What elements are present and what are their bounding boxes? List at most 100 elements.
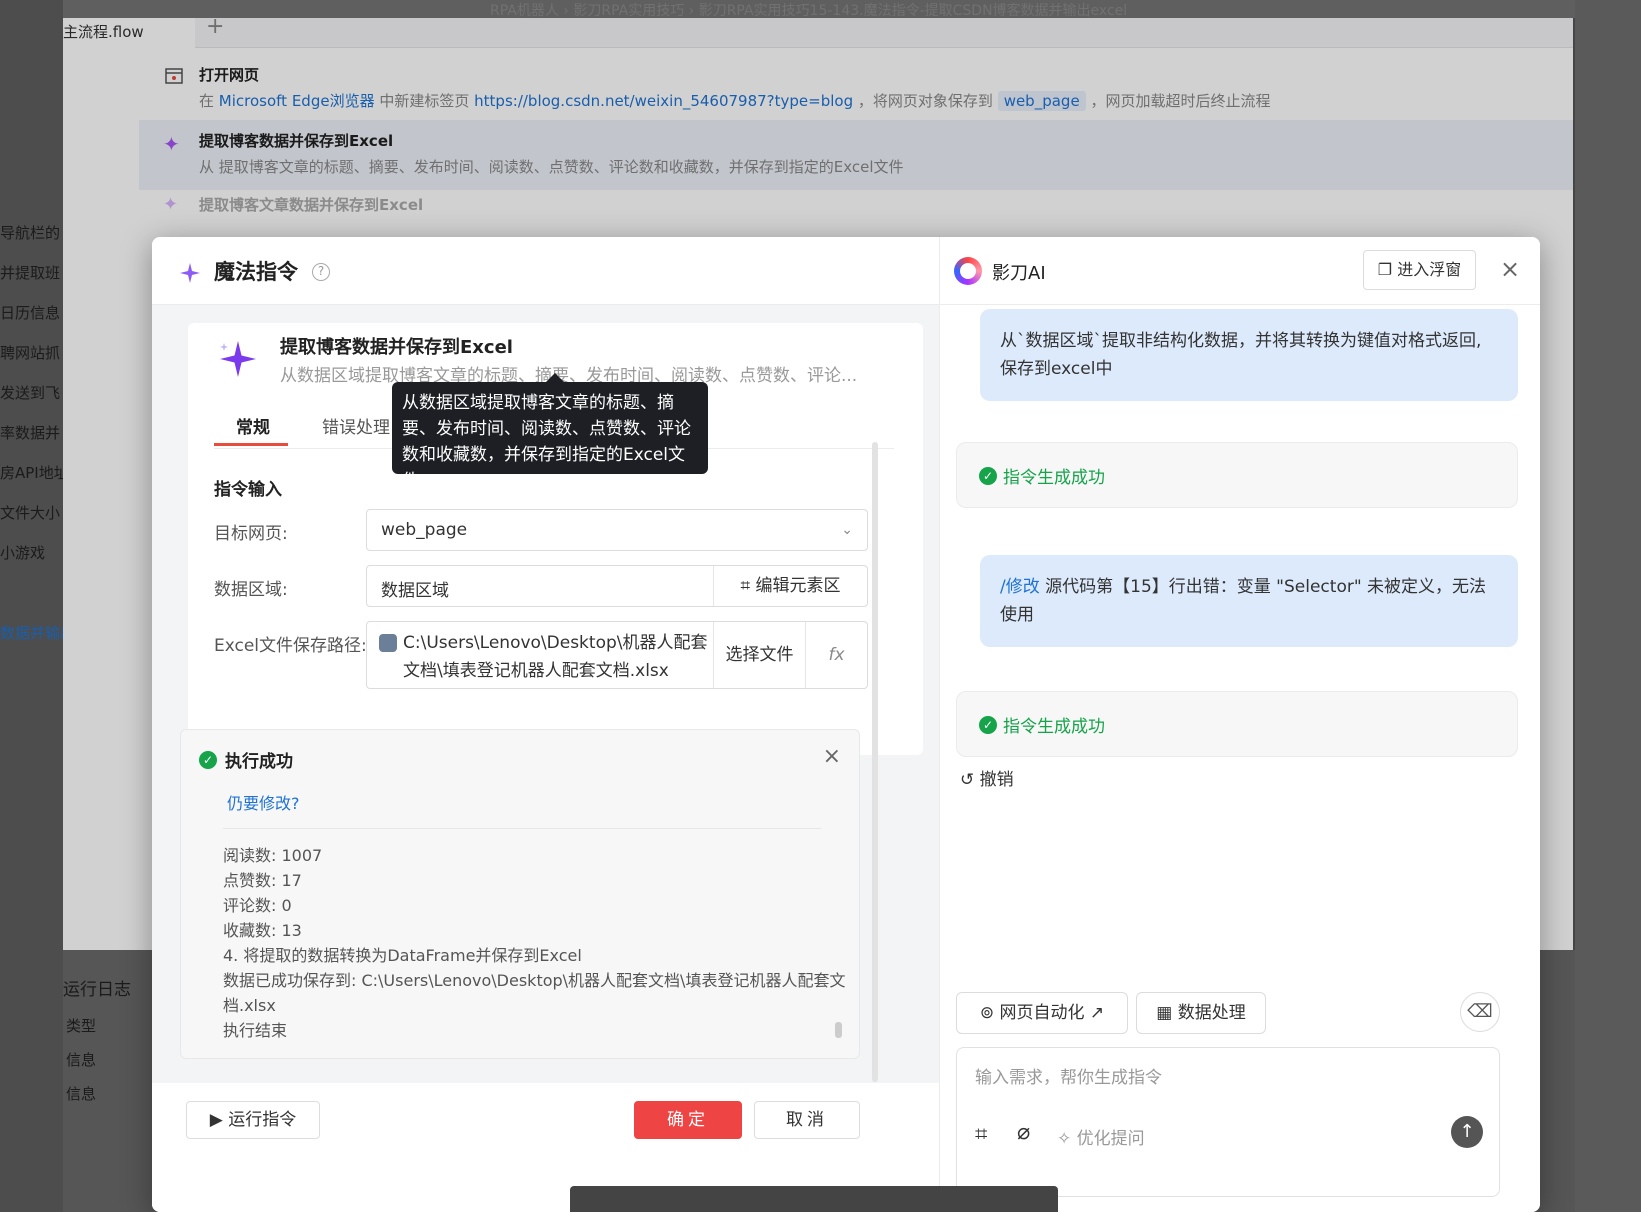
- undo-icon: ↺: [960, 770, 975, 790]
- flow-steps: 打开网页 在 Microsoft Edge浏览器 中新建标签页 https://…: [139, 50, 1575, 215]
- command-title: 提取博客数据并保存到Excel: [280, 337, 513, 358]
- log-row-type: 信息: [66, 1085, 97, 1103]
- result-line: 评论数: 0: [223, 896, 292, 915]
- attachment-icon[interactable]: ⌀: [1017, 1120, 1030, 1145]
- result-line: 4. 将提取的数据转换为DataFrame并保存到Excel: [223, 946, 582, 965]
- data-area-label: 数据区域:: [214, 580, 288, 600]
- target-page-select[interactable]: web_page ⌄: [366, 509, 868, 551]
- magic-sparkle-icon: ✦: [163, 194, 179, 215]
- data-area-field[interactable]: 数据区域 ⌗ 编辑元素区: [366, 565, 868, 607]
- ai-logo-inner: [960, 263, 976, 279]
- ai-header: 影刀AI ❐ 进入浮窗 ×: [940, 237, 1540, 305]
- flow-list-item[interactable]: 房API地址: [0, 462, 63, 483]
- flow-list-item[interactable]: 导航栏的: [0, 222, 63, 243]
- active-tab-indicator: [214, 443, 288, 446]
- float-window-button[interactable]: ❐ 进入浮窗: [1363, 250, 1476, 290]
- user-message-text: 源代码第【15】行出错：变量 "Selector" 未被定义，无法使用: [1000, 577, 1487, 625]
- close-icon[interactable]: ×: [1500, 255, 1520, 283]
- flow-step-extract-save[interactable]: ✦ 提取博客数据并保存到Excel 从 提取博客文章的标题、摘要、发布时间、阅读…: [139, 120, 1575, 190]
- result-line: 点赞数: 17: [223, 871, 302, 890]
- excel-path-field[interactable]: C:\Users\Lenovo\Desktop\机器人配套文档\填表登记机器人配…: [366, 621, 868, 689]
- magic-sparkle-icon: [180, 263, 200, 283]
- undo-label: 撤销: [979, 770, 1014, 790]
- browser-icon: [165, 68, 183, 84]
- user-message: 从`数据区域`提取非结构化数据，并将其转换为键值对格式返回,保存到excel中: [980, 309, 1518, 401]
- tab-general[interactable]: 常规: [236, 413, 270, 438]
- clear-brush-icon[interactable]: ⌫: [1460, 992, 1500, 1032]
- add-tab-button[interactable]: +: [206, 14, 224, 39]
- flow-list-item-active[interactable]: 数据并输出: [0, 622, 63, 643]
- user-message: /修改 源代码第【15】行出错：变量 "Selector" 未被定义，无法使用: [980, 555, 1518, 647]
- assistant-message: ✓ 指令生成成功: [956, 442, 1518, 508]
- step-title: 打开网页: [199, 66, 260, 84]
- excel-path-label: Excel文件保存路径:: [214, 636, 367, 656]
- right-properties-panel: [1575, 0, 1641, 1212]
- step-desc: 在 Microsoft Edge浏览器 中新建标签页 https://blog.…: [199, 91, 1271, 111]
- step-desc: 从 提取博客文章的标题、摘要、发布时间、阅读数、点赞数、评论数和收藏数，并保存到…: [199, 158, 904, 176]
- table-icon: ▦: [1156, 1003, 1173, 1023]
- send-arrow-icon[interactable]: ↑: [1451, 1116, 1483, 1148]
- assistant-message-text: 指令生成成功: [1003, 468, 1105, 488]
- choose-file-button[interactable]: 选择文件: [713, 622, 805, 688]
- run-command-button[interactable]: ▶ 运行指令: [186, 1101, 320, 1139]
- fx-expression-button[interactable]: fx: [805, 622, 867, 688]
- magic-sparkle-icon: ✦: [163, 132, 180, 156]
- form-scrollbar[interactable]: [872, 442, 878, 1082]
- flow-step-open-page[interactable]: 打开网页 在 Microsoft Edge浏览器 中新建标签页 https://…: [139, 50, 1575, 116]
- web-automation-chip[interactable]: ⊚ 网页自动化 ↗: [956, 992, 1128, 1034]
- tab-main-flow[interactable]: 主流程.flow: [63, 18, 195, 48]
- target-page-value: web_page: [381, 520, 468, 540]
- flow-list-item[interactable]: 日历信息: [0, 302, 63, 323]
- target-page-label: 目标网页:: [214, 524, 288, 544]
- log-title: 运行日志: [63, 980, 131, 1000]
- flow-list-item[interactable]: 发送到飞: [0, 382, 63, 403]
- editor-tabbar: [63, 18, 1575, 48]
- ai-input-box: ⌗ ⌀ ✧ 优化提问 ↑: [956, 1047, 1500, 1197]
- ai-title: 影刀AI: [992, 263, 1046, 284]
- undo-button[interactable]: ↺ 撤销: [960, 765, 1014, 790]
- flow-list-item[interactable]: 率数据并: [0, 422, 63, 443]
- result-line: 档.xlsx: [223, 996, 276, 1015]
- flow-step-extract-articles[interactable]: ✦ 提取博客文章数据并保存到Excel: [139, 190, 1575, 220]
- optimize-label: 优化提问: [1076, 1129, 1145, 1149]
- still-modify-link[interactable]: 仍要修改?: [227, 790, 300, 814]
- chevron-down-icon: ⌄: [841, 522, 853, 538]
- run-command-label: 运行指令: [228, 1110, 297, 1130]
- cancel-button[interactable]: 取消: [754, 1101, 860, 1139]
- scan-icon: ⌗: [740, 576, 751, 596]
- tooltip-arrow: [546, 373, 564, 382]
- help-icon[interactable]: ?: [312, 263, 330, 281]
- result-line: 阅读数: 1007: [223, 846, 323, 865]
- data-processing-chip[interactable]: ▦ 数据处理: [1136, 992, 1266, 1034]
- flow-list-item[interactable]: 小游戏: [0, 542, 63, 563]
- screenshot-scan-icon[interactable]: ⌗: [975, 1122, 987, 1147]
- result-scrollbar[interactable]: [835, 1022, 842, 1038]
- assistant-message: ✓ 指令生成成功: [956, 691, 1518, 757]
- flow-list-item[interactable]: 聘网站抓: [0, 342, 63, 363]
- data-area-value: 数据区域: [381, 581, 449, 601]
- python-icon: [379, 634, 397, 652]
- confirm-button[interactable]: 确定: [634, 1101, 742, 1139]
- window-icon: ❐: [1377, 260, 1393, 279]
- excel-path-value[interactable]: C:\Users\Lenovo\Desktop\机器人配套文档\填表登记机器人配…: [403, 629, 713, 685]
- command-tag[interactable]: /修改: [1000, 577, 1040, 597]
- optimize-prompt-button[interactable]: ✧ 优化提问: [1057, 1124, 1145, 1149]
- breadcrumb: RPA机器人 › 影刀RPA实用技巧 › 影刀RPA实用技巧15-143.魔法指…: [490, 3, 1128, 19]
- flow-list-item[interactable]: 文件大小: [0, 502, 63, 523]
- chip-label: 数据处理: [1177, 1003, 1246, 1023]
- close-icon[interactable]: ×: [823, 744, 841, 769]
- divider: [223, 828, 821, 829]
- dialog-header: 魔法指令 ?: [152, 237, 939, 305]
- step-title: 提取博客文章数据并保存到Excel: [199, 196, 424, 214]
- result-line: 执行结束: [223, 1021, 288, 1040]
- chip-label: 网页自动化: [999, 1003, 1085, 1023]
- edit-element-area-button[interactable]: ⌗ 编辑元素区: [713, 566, 867, 606]
- compass-icon: ⊚: [979, 1003, 995, 1023]
- result-line: 数据已成功保存到: C:\Users\Lenovo\Desktop\机器人配套文…: [223, 971, 846, 990]
- result-line: 收藏数: 13: [223, 921, 302, 940]
- flow-list-item[interactable]: 并提取班: [0, 262, 63, 283]
- ai-prompt-input[interactable]: [975, 1068, 1475, 1088]
- magic-command-dialog: 魔法指令 ? 提取博客数据并保存到Excel 从数据区域提取博客文章的标题、摘要…: [152, 237, 1540, 1212]
- section-title: 指令输入: [214, 480, 282, 500]
- tab-error-handling[interactable]: 错误处理: [322, 413, 390, 438]
